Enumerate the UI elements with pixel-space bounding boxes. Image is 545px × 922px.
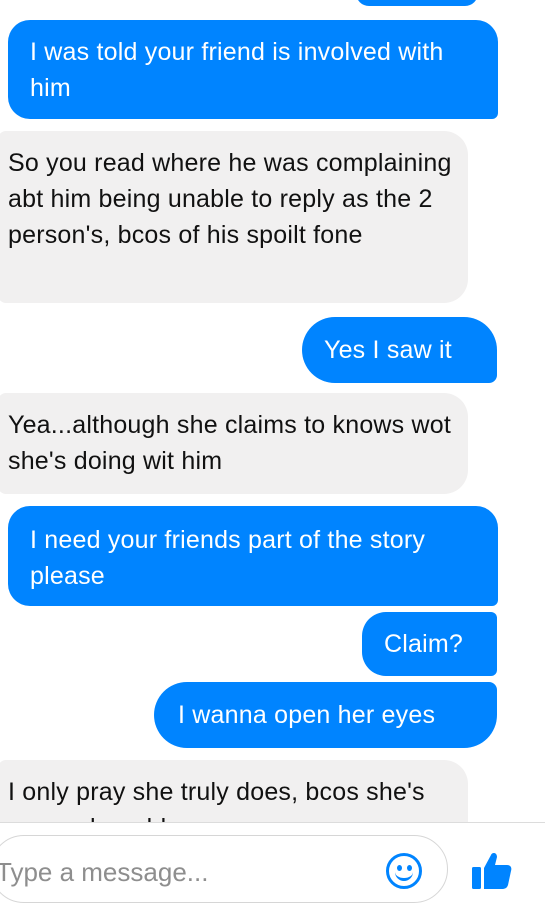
message-text: So you read where he was complaining abt… <box>8 149 452 249</box>
message-thread[interactable]: I was told your friend is involved with … <box>0 0 545 822</box>
thumbs-up-icon[interactable] <box>470 849 514 893</box>
message-bubble-incoming[interactable]: So you read where he was complaining abt… <box>0 131 468 303</box>
message-text: Claim? <box>384 630 463 658</box>
message-bubble-incoming[interactable]: I only pray she truly does, bcos she's v… <box>0 760 468 822</box>
message-text: I need your friends part of the story pl… <box>30 526 426 590</box>
message-text: Yes I saw it <box>324 336 452 364</box>
message-text: Yea...although she claims to knows wot s… <box>8 411 452 475</box>
message-bubble-outgoing[interactable]: I need your friends part of the story pl… <box>8 506 498 606</box>
message-text: I was told your friend is involved with … <box>30 38 444 102</box>
message-bubble-outgoing[interactable]: Yes I saw it <box>302 317 497 383</box>
message-bubble-outgoing[interactable]: Claim? <box>362 612 497 676</box>
smiley-face-icon[interactable] <box>386 853 422 889</box>
message-bubble-incoming[interactable]: Yea...although she claims to knows wot s… <box>0 393 468 494</box>
message-composer: Type a message... <box>0 822 545 922</box>
message-bubble-outgoing[interactable]: I was told your friend is involved with … <box>8 20 498 119</box>
previous-message-bubble-partial <box>356 0 478 6</box>
message-text: I only pray she truly does, bcos she's v… <box>8 778 425 822</box>
message-input-placeholder: Type a message... <box>0 857 209 887</box>
message-text: I wanna open her eyes <box>178 701 436 729</box>
message-bubble-outgoing[interactable]: I wanna open her eyes <box>154 682 497 748</box>
